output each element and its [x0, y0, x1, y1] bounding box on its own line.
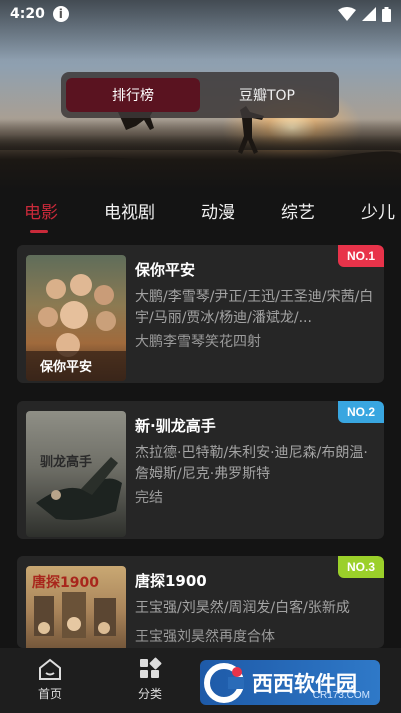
card-title: 唐探1900 — [135, 572, 207, 590]
nav-category-label: 分类 — [137, 687, 162, 701]
category-tabs: 电影 电视剧 动漫 综艺 少儿 — [0, 198, 401, 236]
poster-title: 保你平安 — [40, 360, 93, 375]
status-time: 4:20 — [10, 6, 45, 22]
rank-badge: NO.2 — [338, 401, 384, 423]
card-cast: 王宝强/刘昊然/周润发/白客/张新成 — [135, 600, 350, 616]
card-description: 王宝强刘昊然再度合体 — [135, 629, 275, 645]
poster-title: 驯龙高手 — [40, 455, 93, 470]
watermark-site: CR173.COM — [312, 690, 370, 701]
wifi-icon — [338, 7, 356, 21]
card-cast: 大鹏/李雪琴/尹正/王迅/王圣迪/宋茜/白宇/马丽/贾冰/杨迪/潘斌龙/... — [135, 289, 374, 326]
poster-art — [36, 457, 122, 520]
card-title: 新·驯龙高手 — [135, 417, 216, 435]
nav-home[interactable]: 首页 — [20, 656, 80, 702]
poster-image: 保你平安 — [26, 255, 126, 381]
status-icons — [338, 6, 391, 22]
poster-image: 唐探1900 — [26, 566, 126, 648]
site-watermark: 西西软件园 CR173.COM — [200, 660, 380, 705]
status-bar: 4:20 i — [0, 0, 401, 28]
battery-icon — [382, 6, 391, 22]
segment-douban-top[interactable]: 豆瓣TOP — [200, 78, 334, 112]
category-icon — [140, 657, 162, 678]
nav-category[interactable]: 分类 — [120, 656, 180, 702]
poster-title: 唐探1900 — [32, 575, 99, 591]
tab-kids[interactable]: 少儿 — [361, 198, 395, 223]
rank-badge: NO.1 — [338, 245, 384, 267]
ranking-card[interactable]: 保你平安 保你平安 大鹏/李雪琴/尹正/王迅/王圣迪/宋茜/白宇/马丽/贾冰/杨… — [17, 245, 384, 383]
info-icon: i — [52, 6, 69, 22]
tab-tv[interactable]: 电视剧 — [104, 198, 155, 223]
nav-home-label: 首页 — [37, 687, 62, 701]
signal-icon — [362, 7, 376, 21]
home-icon — [39, 658, 61, 680]
tab-active-indicator — [30, 230, 48, 233]
tab-variety[interactable]: 综艺 — [281, 198, 315, 223]
segment-ranking[interactable]: 排行榜 — [66, 78, 200, 112]
card-title: 保你平安 — [135, 261, 196, 279]
poster-image: 驯龙高手 — [26, 411, 126, 537]
rank-badge: NO.3 — [338, 556, 384, 578]
hero-ground — [0, 135, 401, 190]
ranking-card[interactable]: 驯龙高手 新·驯龙高手 杰拉德·巴特勒/朱利安·迪尼森/布朗温·詹姆斯/尼克·弗… — [17, 401, 384, 539]
card-cast: 杰拉德·巴特勒/朱利安·迪尼森/布朗温·詹姆斯/尼克·弗罗斯特 — [135, 445, 368, 482]
ranking-card[interactable]: 唐探1900 唐探1900 王宝强/刘昊然/周润发/白客/张新成 王宝强刘昊然再… — [17, 556, 384, 648]
tab-movie[interactable]: 电影 — [24, 198, 58, 223]
watermark-logo-icon — [204, 663, 244, 703]
card-description: 完结 — [135, 490, 163, 506]
card-description: 大鹏李雪琴笑花四射 — [135, 334, 261, 350]
ranking-source-switch: 排行榜 豆瓣TOP — [61, 72, 339, 118]
tab-anime[interactable]: 动漫 — [201, 198, 235, 223]
